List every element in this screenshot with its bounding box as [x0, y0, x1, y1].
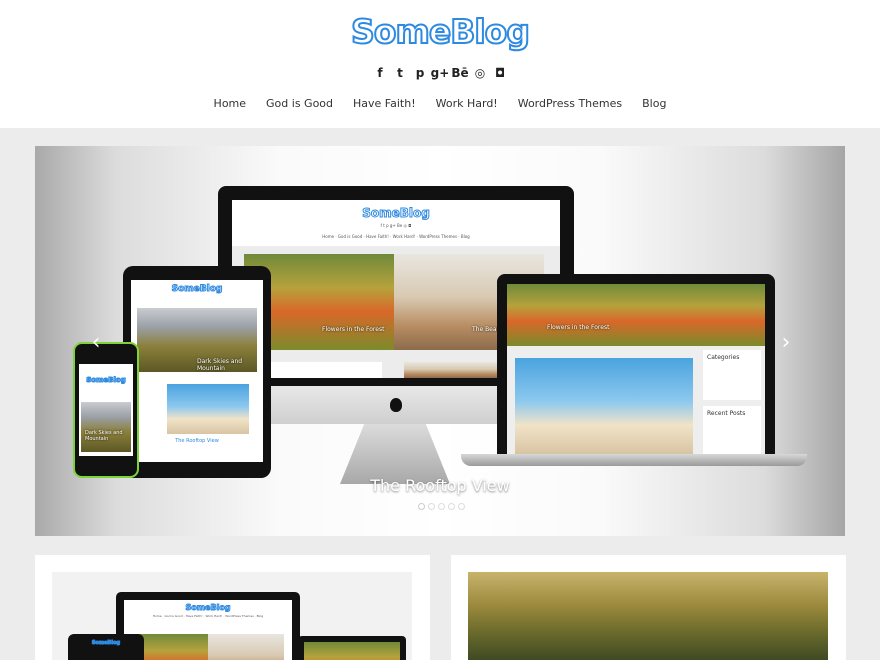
- thumb-tablet: SomeBlog: [68, 634, 144, 660]
- mockup-sidebar-recent: Recent Posts: [703, 406, 761, 454]
- facebook-icon[interactable]: f: [370, 64, 390, 82]
- mockup-caption-hills: Dark Skies and Mountain: [85, 430, 123, 442]
- mockup-nav: Home · God is Good · Have Faith! · Work …: [322, 234, 470, 239]
- mockup-logo: SomeBlog: [185, 603, 231, 613]
- nav-item-work-hard[interactable]: Work Hard!: [426, 96, 508, 112]
- twitter-icon[interactable]: t: [390, 64, 410, 82]
- featured-slider: SomeBlog f t p g+ Be ◎ ◘ Home · God is G…: [35, 146, 845, 536]
- mockup-tulips-photo: [304, 642, 400, 660]
- slider-dot-4[interactable]: [448, 503, 455, 510]
- phone-screen: SomeBlog Dark Skies and Mountain: [79, 364, 133, 456]
- nav-item-wordpress-themes[interactable]: WordPress Themes: [508, 96, 632, 112]
- slider-prev-arrow[interactable]: ‹: [87, 332, 105, 354]
- mockup-post-title: The Rooftop View: [175, 438, 219, 444]
- google-plus-icon[interactable]: g+: [430, 64, 450, 82]
- main-nav: Home God is Good Have Faith! Work Hard! …: [0, 96, 880, 112]
- slider-dot-1[interactable]: [418, 503, 425, 510]
- mockup-hills-photo: [81, 402, 131, 452]
- thumb-monitor-screen: SomeBlog Home · God is Good · Have Faith…: [124, 600, 292, 660]
- mockup-tulips-photo: [507, 284, 765, 346]
- slide-tablet-image: SomeBlog Dark Skies and Mountain The Roo…: [123, 266, 271, 478]
- instagram-icon[interactable]: ◘: [490, 64, 510, 82]
- slide-phone-image: SomeBlog Dark Skies and Mountain: [73, 342, 139, 478]
- mockup-card: [262, 362, 382, 378]
- laptop-base: [461, 454, 807, 466]
- monitor-stand: [340, 424, 450, 484]
- mockup-social: f t p g+ Be ◎ ◘: [380, 223, 412, 228]
- apple-icon: [390, 398, 402, 412]
- mockup-logo: SomeBlog: [91, 640, 121, 647]
- post-card: [451, 555, 846, 660]
- mockup-caption-hills: Dark Skies and Mountain: [197, 358, 243, 372]
- mockup-logo: SomeBlog: [86, 376, 126, 385]
- tablet-screen: SomeBlog Dark Skies and Mountain The Roo…: [131, 280, 263, 462]
- mockup-body: Categories Recent Posts: [507, 346, 765, 454]
- slide-laptop-image: Flowers in the Forest Categories Recent …: [497, 274, 775, 454]
- slider-dot-5[interactable]: [458, 503, 465, 510]
- behance-icon[interactable]: Bē: [450, 64, 470, 82]
- pinterest-icon[interactable]: p: [410, 64, 430, 82]
- mockup-sidebar-categories: Categories: [703, 350, 761, 400]
- dribbble-icon[interactable]: ◎: [470, 64, 490, 82]
- mockup-caption-flowers: Flowers in the Forest: [322, 326, 385, 333]
- thumb-laptop: [298, 636, 406, 660]
- nav-item-blog[interactable]: Blog: [632, 96, 676, 112]
- nav-item-home[interactable]: Home: [204, 96, 256, 112]
- slider-dot-3[interactable]: [438, 503, 445, 510]
- slide-caption[interactable]: The Rooftop View: [35, 476, 845, 495]
- post-thumbnail[interactable]: SomeBlog Home · God is Good · Have Faith…: [52, 572, 412, 660]
- social-icons: f t p g+ Bē ◎ ◘: [0, 64, 880, 82]
- post-card: SomeBlog Home · God is Good · Have Faith…: [35, 555, 430, 660]
- mockup-desert-photo: [208, 634, 284, 660]
- mockup-logo: SomeBlog: [362, 206, 431, 221]
- mockup-tower-photo: [515, 358, 693, 454]
- mockup-logo: SomeBlog: [171, 284, 223, 295]
- slider-pagination: [418, 503, 465, 510]
- site-header: SomeBlog f t p g+ Bē ◎ ◘ Home God is Goo…: [0, 0, 880, 128]
- mockup-caption-flowers: Flowers in the Forest: [547, 324, 610, 331]
- slider-next-arrow[interactable]: ›: [777, 332, 795, 354]
- site-logo[interactable]: SomeBlog: [0, 11, 880, 52]
- slider-dot-2[interactable]: [428, 503, 435, 510]
- nav-item-god-is-good[interactable]: God is Good: [256, 96, 343, 112]
- mockup-nav: Home · God is Good · Have Faith! · Work …: [152, 614, 264, 618]
- mockup-tower-photo: [167, 384, 249, 434]
- laptop-screen: Flowers in the Forest Categories Recent …: [507, 284, 765, 454]
- post-thumbnail[interactable]: [468, 572, 828, 660]
- nav-item-have-faith[interactable]: Have Faith!: [343, 96, 426, 112]
